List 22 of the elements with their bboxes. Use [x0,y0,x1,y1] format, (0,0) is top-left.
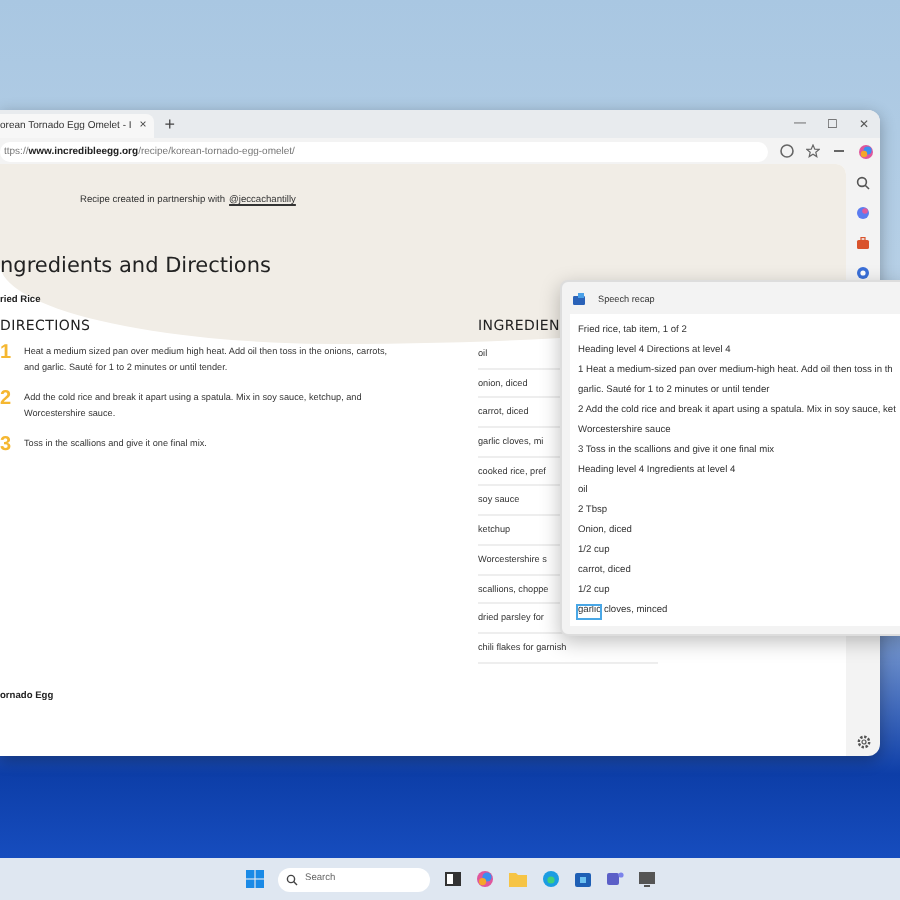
store-icon[interactable] [573,870,591,888]
favorites-star-icon[interactable] [806,144,820,158]
office-icon[interactable] [856,266,870,280]
section-heading: ngredients and Directions [0,254,273,278]
copilot-icon[interactable] [475,870,493,888]
search-icon[interactable] [856,176,870,190]
settings-icon[interactable] [855,734,871,750]
read-aloud-icon[interactable] [780,144,794,158]
step-number: 1 [0,344,14,364]
app-icon [572,291,586,305]
more-menu-icon[interactable] [832,144,846,158]
start-icon[interactable] [245,870,263,888]
task-view-icon[interactable] [443,870,461,888]
new-tab-button[interactable]: + [158,114,182,134]
step-number: 3 [0,436,14,456]
monitor-icon[interactable] [637,870,655,888]
copilot-sidebar-icon[interactable] [856,206,870,220]
step-number: 2 [0,390,14,410]
search-icon [285,873,297,885]
teams-icon[interactable] [605,870,623,888]
briefcase-icon[interactable] [856,236,870,250]
copilot-icon[interactable] [858,143,874,159]
